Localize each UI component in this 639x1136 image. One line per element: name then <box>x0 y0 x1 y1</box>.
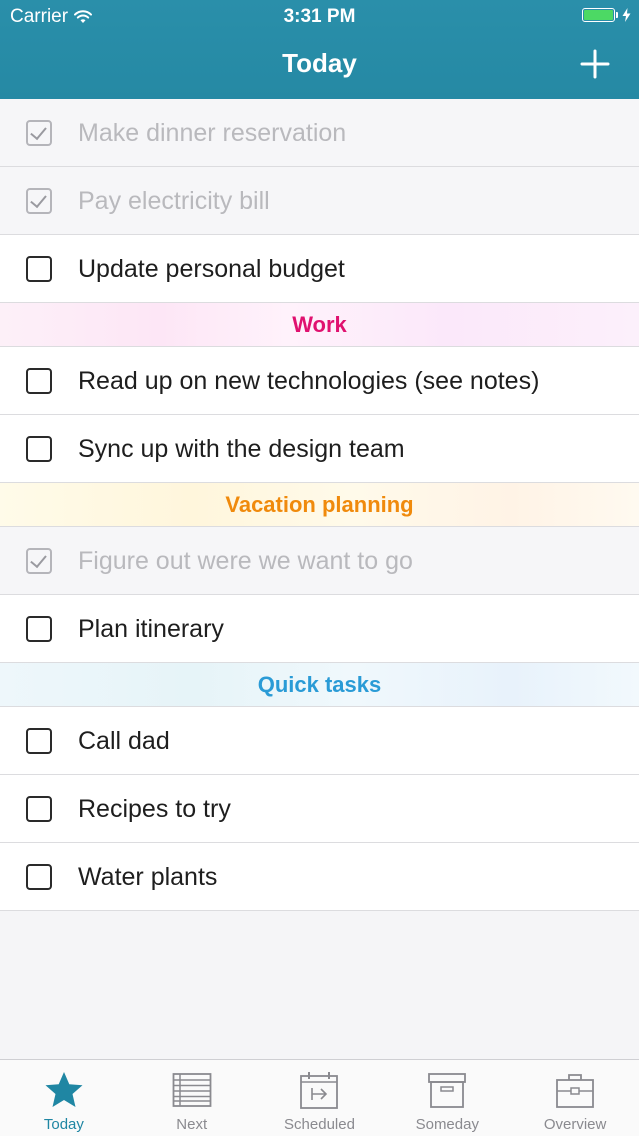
battery-tip <box>616 12 618 18</box>
star-icon <box>45 1072 83 1107</box>
navigation-header: Carrier 3:31 PM Today <box>0 0 639 99</box>
task-checkbox[interactable] <box>26 548 52 574</box>
task-label: Sync up with the design team <box>78 435 405 463</box>
task-row[interactable]: Figure out were we want to go <box>0 527 639 595</box>
task-label: Recipes to try <box>78 795 231 823</box>
tab-label: Today <box>43 1116 84 1133</box>
tab-label: Someday <box>415 1116 479 1133</box>
task-label: Plan itinerary <box>78 615 224 643</box>
task-checkbox[interactable] <box>26 616 52 642</box>
tab-bar: Today Next Scheduled Someday Overview <box>0 1059 639 1136</box>
add-task-button[interactable] <box>579 48 611 80</box>
briefcase-icon <box>556 1074 594 1108</box>
calendar-icon <box>300 1072 339 1109</box>
tab-scheduled[interactable]: Scheduled <box>256 1060 384 1136</box>
task-row[interactable]: Read up on new technologies (see notes) <box>0 347 639 415</box>
charging-bolt-icon <box>622 8 631 22</box>
task-row[interactable]: Make dinner reservation <box>0 99 639 167</box>
task-row[interactable]: Sync up with the design team <box>0 415 639 483</box>
task-checkbox[interactable] <box>26 120 52 146</box>
plus-icon <box>580 49 610 79</box>
task-checkbox[interactable] <box>26 864 52 890</box>
page-title: Today <box>282 48 357 78</box>
task-row[interactable]: Call dad <box>0 707 639 775</box>
section-header-quick-tasks: Quick tasks <box>0 663 639 707</box>
checkmark-icon <box>30 190 47 209</box>
status-bar: Carrier 3:31 PM <box>0 0 639 34</box>
task-row[interactable]: Recipes to try <box>0 775 639 843</box>
battery-icon <box>582 8 615 22</box>
tab-next[interactable]: Next <box>128 1060 256 1136</box>
archive-box-icon <box>428 1073 467 1108</box>
task-row[interactable]: Water plants <box>0 843 639 911</box>
tab-label: Overview <box>543 1116 607 1133</box>
task-label: Make dinner reservation <box>78 119 347 147</box>
list-icon <box>172 1073 212 1107</box>
task-checkbox[interactable] <box>26 796 52 822</box>
task-checkbox[interactable] <box>26 728 52 754</box>
task-row[interactable]: Update personal budget <box>0 235 639 303</box>
battery-indicator <box>582 8 631 22</box>
task-checkbox[interactable] <box>26 436 52 462</box>
task-label: Call dad <box>78 727 170 755</box>
tab-overview[interactable]: Overview <box>511 1060 639 1136</box>
checkmark-icon <box>30 550 47 569</box>
section-header-vacation-planning: Vacation planning <box>0 483 639 527</box>
tab-label: Scheduled <box>284 1116 355 1133</box>
task-checkbox[interactable] <box>26 188 52 214</box>
task-checkbox[interactable] <box>26 256 52 282</box>
tab-label: Next <box>176 1116 208 1133</box>
task-label: Update personal budget <box>78 255 345 283</box>
checkmark-icon <box>30 122 47 141</box>
tab-someday[interactable]: Someday <box>383 1060 511 1136</box>
task-label: Read up on new technologies (see notes) <box>78 367 540 395</box>
battery-fill <box>584 10 613 20</box>
section-header-work: Work <box>0 303 639 347</box>
task-label: Figure out were we want to go <box>78 547 413 575</box>
task-label: Water plants <box>78 863 218 891</box>
task-checkbox[interactable] <box>26 368 52 394</box>
status-time: 3:31 PM <box>283 6 356 27</box>
task-row[interactable]: Pay electricity bill <box>0 167 639 235</box>
task-list: Make dinner reservation Pay electricity … <box>0 99 639 911</box>
task-label: Pay electricity bill <box>78 187 270 215</box>
tab-today[interactable]: Today <box>0 1060 128 1136</box>
task-row[interactable]: Plan itinerary <box>0 595 639 663</box>
